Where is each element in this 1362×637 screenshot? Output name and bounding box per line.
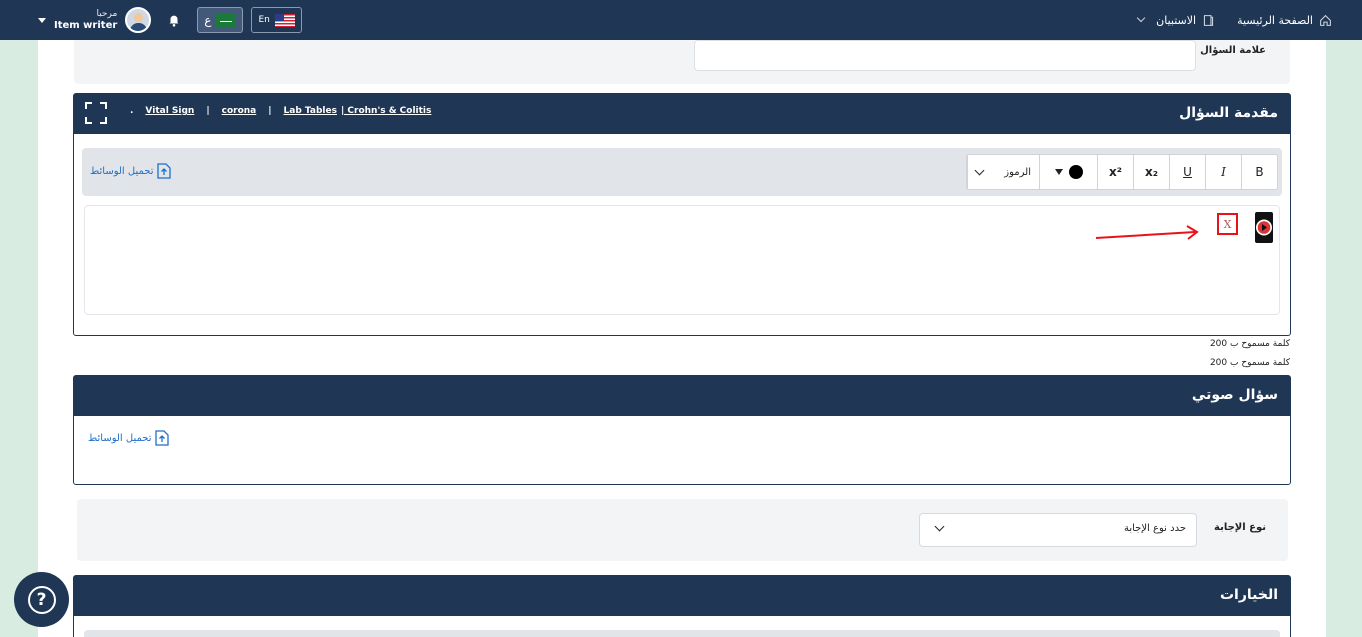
audio-question-card: سؤال صوتي تحميل الوسائط xyxy=(73,375,1291,485)
close-icon: X xyxy=(1223,217,1232,231)
audio-question-title: سؤال صوتي xyxy=(1191,387,1278,403)
us-flag-icon xyxy=(274,13,295,27)
underline-button[interactable]: U xyxy=(1169,155,1205,189)
reference-links: . Vital Sign | corona | Lab Tables | Cro… xyxy=(130,106,431,116)
user-role: Item writer xyxy=(54,20,118,31)
nav-home[interactable]: الصفحة الرئيسية xyxy=(1237,14,1332,27)
link-separator: | xyxy=(268,106,272,116)
bold-button[interactable]: B xyxy=(1241,155,1277,189)
link-dot: . xyxy=(130,106,134,116)
media-thumbnail[interactable] xyxy=(1255,212,1273,243)
nav-surveys[interactable]: الاستبيان xyxy=(1136,13,1215,27)
annotation-arrow xyxy=(1095,225,1199,240)
subscript-button[interactable]: x₂ xyxy=(1133,155,1169,189)
link-vital-sign[interactable]: Vital Sign xyxy=(145,106,194,116)
question-mark-label: علامة السؤال xyxy=(1200,45,1266,56)
lang-arabic-button[interactable]: ع xyxy=(197,7,244,33)
question-intro-header: . Vital Sign | corona | Lab Tables | Cro… xyxy=(74,94,1290,134)
user-area: مرحبا Item writer ع En xyxy=(38,0,302,40)
nav-home-label: الصفحة الرئيسية xyxy=(1237,13,1313,27)
remove-media-button[interactable]: X xyxy=(1217,213,1238,235)
word-limit-note: 200 كلمة مسموح ب xyxy=(1209,358,1290,368)
chevron-down-icon xyxy=(934,521,945,532)
color-swatch xyxy=(1068,165,1083,179)
question-intro-editor[interactable]: X xyxy=(84,205,1280,315)
avatar[interactable] xyxy=(125,7,152,33)
answer-type-placeholder: حدد نوع الإجابة xyxy=(1123,523,1186,534)
top-navbar: الصفحة الرئيسية الاستبيان مرحبا Item wri… xyxy=(0,0,1362,40)
options-header: الخيارات xyxy=(74,576,1290,616)
lang-english-button[interactable]: En xyxy=(251,7,302,33)
help-glyph: ? xyxy=(36,589,47,610)
bell-icon[interactable] xyxy=(167,13,181,27)
scrollbar-track[interactable] xyxy=(1326,40,1336,637)
format-toolbar: الرموز x² x₂ U I B xyxy=(966,154,1278,190)
greeting: مرحبا xyxy=(96,9,118,19)
link-separator: | xyxy=(206,106,210,116)
question-mark-row: علامة السؤال xyxy=(74,40,1290,84)
superscript-button[interactable]: x² xyxy=(1097,155,1133,189)
chevron-down-icon xyxy=(974,165,985,176)
upload-media-label: تحميل الوسائط xyxy=(90,165,154,177)
link-corona[interactable]: corona xyxy=(222,106,257,116)
question-mark-input[interactable] xyxy=(694,40,1196,71)
dropdown-triangle-icon xyxy=(1054,169,1063,175)
options-inner-bar xyxy=(84,630,1280,637)
question-intro-title: مقدمة السؤال xyxy=(1179,105,1278,121)
nav-surveys-label: الاستبيان xyxy=(1156,13,1197,27)
symbols-label: الرموز xyxy=(1004,166,1031,178)
lang-en-label: En xyxy=(258,15,270,25)
text-color-button[interactable] xyxy=(1039,155,1097,189)
home-icon xyxy=(1320,14,1331,26)
options-card: الخيارات xyxy=(73,575,1291,637)
answer-type-label: نوع الإجابة xyxy=(1214,522,1266,533)
symbols-select[interactable]: الرموز xyxy=(967,155,1039,189)
link-lab-tables[interactable]: Lab Tables xyxy=(284,106,337,116)
audio-upload-button[interactable]: تحميل الوسائط xyxy=(88,430,170,446)
answer-type-select[interactable]: حدد نوع الإجابة xyxy=(919,513,1197,547)
italic-button[interactable]: I xyxy=(1205,155,1241,189)
caret-down-icon xyxy=(38,17,46,23)
link-crohns-colitis[interactable]: | Crohn's & Colitis xyxy=(341,106,431,116)
fullscreen-icon[interactable] xyxy=(85,102,107,124)
book-icon xyxy=(1204,14,1214,26)
saudi-flag-icon xyxy=(216,13,237,27)
editor-toolbar-area: تحميل الوسائط الرموز x² x₂ U I B xyxy=(82,148,1282,196)
upload-media-button[interactable]: تحميل الوسائط xyxy=(90,163,172,179)
chevron-down-icon xyxy=(1136,13,1146,23)
file-upload-icon xyxy=(157,163,172,179)
audio-upload-label: تحميل الوسائط xyxy=(88,432,152,444)
audio-question-header: سؤال صوتي xyxy=(74,376,1290,416)
question-icon: ? xyxy=(27,585,56,614)
user-text: مرحبا Item writer xyxy=(54,8,117,32)
file-upload-icon xyxy=(155,430,170,446)
help-button[interactable]: ? xyxy=(14,572,69,627)
main-nav: الصفحة الرئيسية الاستبيان xyxy=(1136,0,1332,40)
word-limit-note: 200 كلمة مسموح ب xyxy=(1209,339,1290,349)
options-title: الخيارات xyxy=(1219,587,1278,603)
user-menu[interactable]: مرحبا Item writer xyxy=(38,7,152,33)
play-icon xyxy=(1256,219,1272,236)
lang-ar-label: ع xyxy=(204,13,212,27)
answer-type-row: حدد نوع الإجابة نوع الإجابة xyxy=(77,499,1288,561)
question-intro-card: . Vital Sign | corona | Lab Tables | Cro… xyxy=(73,93,1291,336)
